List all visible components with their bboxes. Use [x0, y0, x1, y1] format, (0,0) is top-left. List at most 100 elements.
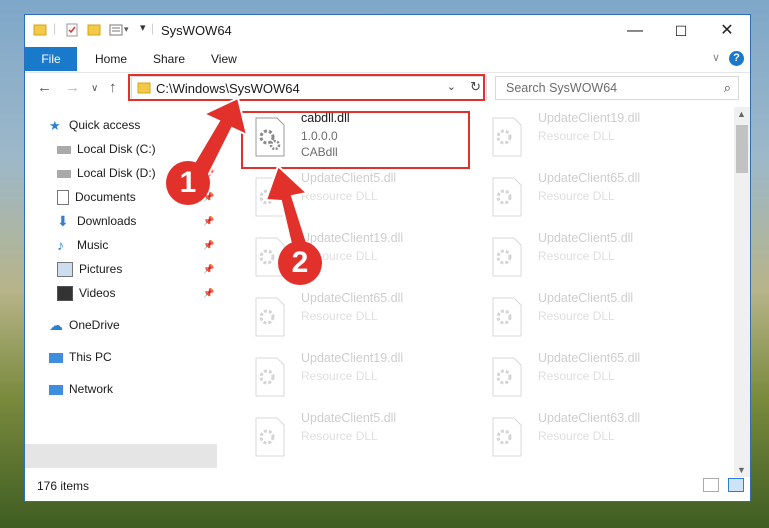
ribbon-tabs: File Home Share View ∨ ?	[25, 47, 750, 71]
dll-file-icon	[492, 357, 522, 397]
minimize-button[interactable]: —	[612, 15, 658, 47]
sidebar-item-local-disk-d[interactable]: Local Disk (D:) 📌	[57, 162, 214, 184]
file-tile[interactable]: UpdateClient5.dll Resource DLL	[482, 230, 712, 288]
file-name: UpdateClient5.dll	[301, 411, 397, 425]
recent-locations-icon[interactable]: ∨	[91, 83, 98, 94]
file-description: Resource DLL	[538, 429, 615, 443]
customize-toolbar-icon[interactable]	[109, 23, 123, 37]
up-button[interactable]: ↑	[109, 79, 117, 96]
file-tile[interactable]: UpdateClient5.dll Resource DLL	[482, 290, 712, 348]
file-name: UpdateClient65.dll	[538, 351, 641, 365]
details-view-icon[interactable]	[702, 478, 719, 492]
forward-button[interactable]: →	[65, 79, 80, 96]
pin-icon: 📌	[203, 216, 215, 226]
sidebar-item-videos[interactable]: Videos 📌	[57, 282, 214, 304]
tab-home[interactable]: Home	[95, 47, 127, 71]
file-highlight	[241, 111, 470, 169]
file-tile[interactable]: UpdateClient5.dll Resource DLL	[245, 410, 475, 468]
sidebar-item-music[interactable]: ♪ Music 📌	[57, 234, 214, 256]
search-box[interactable]: Search SysWOW64 ⌕	[495, 76, 739, 100]
document-icon	[57, 190, 69, 206]
file-tile[interactable]: UpdateClient19.dll Resource DLL	[245, 350, 475, 408]
file-description: Resource DLL	[538, 189, 615, 203]
file-tile[interactable]: UpdateClient5.dll Resource DLL	[245, 170, 475, 228]
help-icon[interactable]: ?	[729, 51, 744, 66]
sidebar-item-downloads[interactable]: ⬇ Downloads 📌	[57, 210, 214, 232]
dll-file-icon	[255, 357, 285, 397]
sidebar-item-onedrive[interactable]: ☁ OneDrive	[49, 314, 120, 336]
file-name: UpdateClient5.dll	[538, 231, 634, 245]
step-badge-2: 2	[278, 241, 322, 285]
file-name: UpdateClient5.dll	[301, 171, 397, 185]
file-name: UpdateClient19.dll	[538, 111, 641, 125]
sidebar-item-pictures[interactable]: Pictures 📌	[57, 258, 214, 280]
address-bar-highlight	[128, 74, 485, 101]
sidebar-item-quick-access[interactable]: ★ Quick access	[49, 114, 140, 136]
sidebar-item-this-pc[interactable]: This PC	[49, 346, 112, 368]
file-name: UpdateClient65.dll	[538, 171, 641, 185]
large-icons-view-icon[interactable]	[728, 478, 744, 492]
drive-icon	[57, 169, 71, 178]
file-tab[interactable]: File	[25, 47, 77, 71]
file-tile[interactable]: UpdateClient19.dll Resource DLL	[482, 110, 712, 168]
search-input[interactable]: Search SysWOW64	[506, 81, 617, 95]
step-badge-1: 1	[166, 161, 210, 205]
dll-file-icon	[255, 177, 285, 217]
file-description: Resource DLL	[538, 249, 615, 263]
dll-file-icon	[255, 417, 285, 457]
file-description: Resource DLL	[301, 369, 378, 383]
dll-file-icon	[492, 297, 522, 337]
file-description: Resource DLL	[301, 429, 378, 443]
dll-file-icon	[492, 417, 522, 457]
file-description: Resource DLL	[301, 189, 378, 203]
back-button[interactable]: ←	[37, 79, 52, 96]
file-name: UpdateClient5.dll	[538, 291, 634, 305]
new-folder-icon[interactable]	[87, 23, 101, 37]
music-icon: ♪	[57, 237, 64, 254]
close-button[interactable]: ✕	[704, 15, 750, 47]
pin-icon: 📌	[203, 288, 215, 298]
download-icon: ⬇	[57, 213, 69, 230]
vertical-scrollbar[interactable]: ▲ ▼	[734, 107, 750, 477]
file-tile[interactable]: UpdateClient65.dll Resource DLL	[482, 170, 712, 228]
properties-icon[interactable]	[65, 23, 79, 37]
pin-icon: 📌	[203, 264, 215, 274]
scrollbar-thumb[interactable]	[736, 125, 748, 173]
network-icon	[49, 384, 63, 395]
file-tile[interactable]: UpdateClient63.dll Resource DLL	[482, 410, 712, 468]
tab-view[interactable]: View	[211, 47, 237, 71]
drive-icon	[57, 145, 71, 154]
file-description: Resource DLL	[538, 129, 615, 143]
pictures-icon	[57, 262, 73, 278]
dll-file-icon	[255, 297, 285, 337]
sidebar-item-local-disk-c[interactable]: Local Disk (C:) 📌	[57, 138, 214, 160]
computer-icon	[49, 352, 63, 363]
chevron-down-icon[interactable]: ▾	[124, 24, 129, 35]
pin-icon: 📌	[203, 240, 215, 250]
dll-file-icon	[492, 177, 522, 217]
sidebar-item-documents[interactable]: Documents 📌	[57, 186, 214, 208]
scroll-up-icon[interactable]: ▲	[737, 109, 746, 119]
videos-icon	[57, 286, 73, 302]
window-title: SysWOW64	[161, 23, 232, 38]
file-name: UpdateClient65.dll	[301, 291, 404, 305]
selection-highlight	[25, 444, 217, 468]
scroll-down-icon[interactable]: ▼	[737, 465, 746, 475]
file-description: Resource DLL	[538, 369, 615, 383]
dll-file-icon	[492, 117, 522, 157]
file-tile[interactable]: UpdateClient65.dll Resource DLL	[482, 350, 712, 408]
search-icon[interactable]: ⌕	[724, 80, 731, 96]
file-description: Resource DLL	[301, 309, 378, 323]
star-icon: ★	[49, 118, 61, 134]
pin-arrow-icon[interactable]: ▾	[140, 21, 146, 34]
pin-icon: 📌	[203, 144, 215, 154]
view-toggle	[702, 478, 744, 495]
file-name: UpdateClient19.dll	[301, 231, 404, 245]
tab-share[interactable]: Share	[153, 47, 185, 71]
expand-ribbon-icon[interactable]: ∨	[712, 51, 720, 64]
sidebar-item-network[interactable]: Network	[49, 378, 113, 400]
folder-icon	[33, 24, 47, 36]
file-tile[interactable]: UpdateClient65.dll Resource DLL	[245, 290, 475, 348]
maximize-button[interactable]: ☐	[658, 15, 704, 47]
dll-file-icon	[492, 237, 522, 277]
